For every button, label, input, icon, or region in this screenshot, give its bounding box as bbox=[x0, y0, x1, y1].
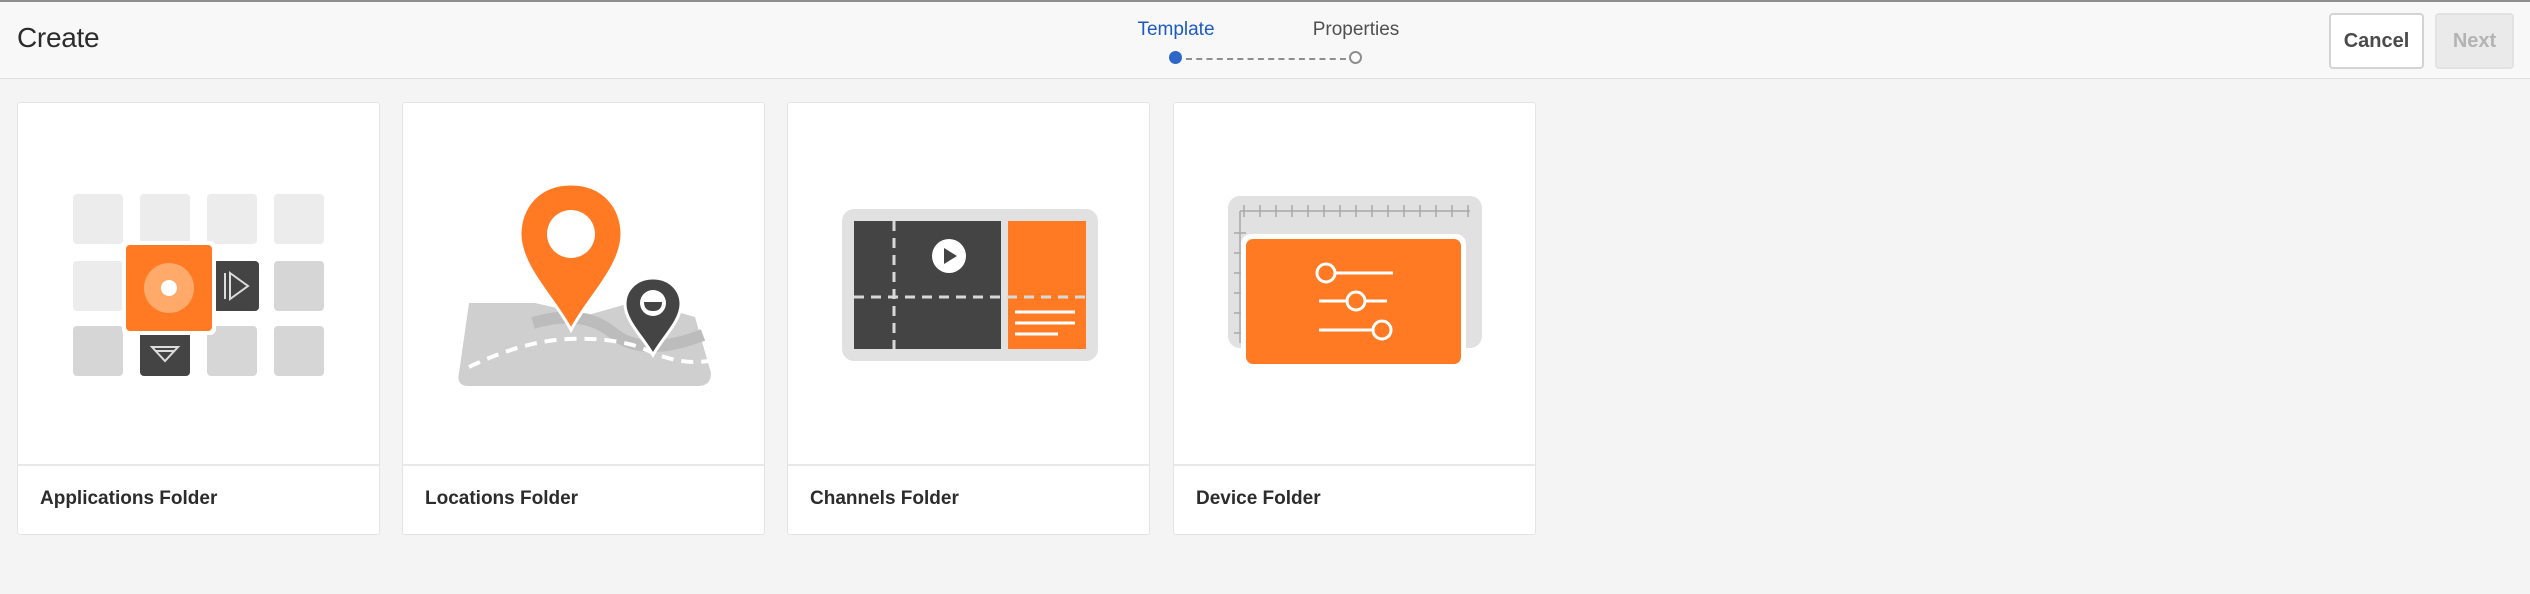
card-title: Applications Folder bbox=[40, 488, 218, 509]
device-folder-icon bbox=[1228, 196, 1482, 369]
wizard-header: Create Template Properties Cancel Next bbox=[0, 2, 2530, 79]
card-title: Channels Folder bbox=[810, 488, 959, 509]
locations-folder-icon bbox=[458, 182, 711, 386]
step-properties-indicator[interactable] bbox=[1349, 51, 1362, 64]
card-divider bbox=[18, 464, 379, 466]
card-divider bbox=[403, 464, 764, 466]
page-title: Create bbox=[17, 22, 100, 53]
card-divider bbox=[788, 464, 1149, 466]
step-progress-line bbox=[1186, 58, 1346, 60]
template-card-channels[interactable]: Channels Folder bbox=[787, 102, 1150, 535]
template-card-locations[interactable]: Locations Folder bbox=[402, 102, 765, 535]
template-card-device[interactable]: Device Folder bbox=[1173, 102, 1536, 535]
step-template-indicator[interactable] bbox=[1169, 51, 1182, 64]
channels-folder-icon bbox=[842, 209, 1098, 361]
step-properties-label[interactable]: Properties bbox=[1276, 19, 1436, 41]
card-title: Locations Folder bbox=[425, 488, 579, 509]
template-card-applications[interactable]: Applications Folder bbox=[17, 102, 380, 535]
card-thumbnail bbox=[1174, 103, 1535, 464]
cancel-button[interactable]: Cancel bbox=[2329, 13, 2424, 69]
card-thumbnail bbox=[18, 103, 379, 464]
next-button[interactable]: Next bbox=[2435, 13, 2514, 69]
card-thumbnail bbox=[788, 103, 1149, 464]
card-divider bbox=[1174, 464, 1535, 466]
step-template-label[interactable]: Template bbox=[1096, 19, 1256, 41]
applications-folder-icon bbox=[73, 194, 324, 376]
card-thumbnail bbox=[403, 103, 764, 464]
card-title: Device Folder bbox=[1196, 488, 1321, 509]
